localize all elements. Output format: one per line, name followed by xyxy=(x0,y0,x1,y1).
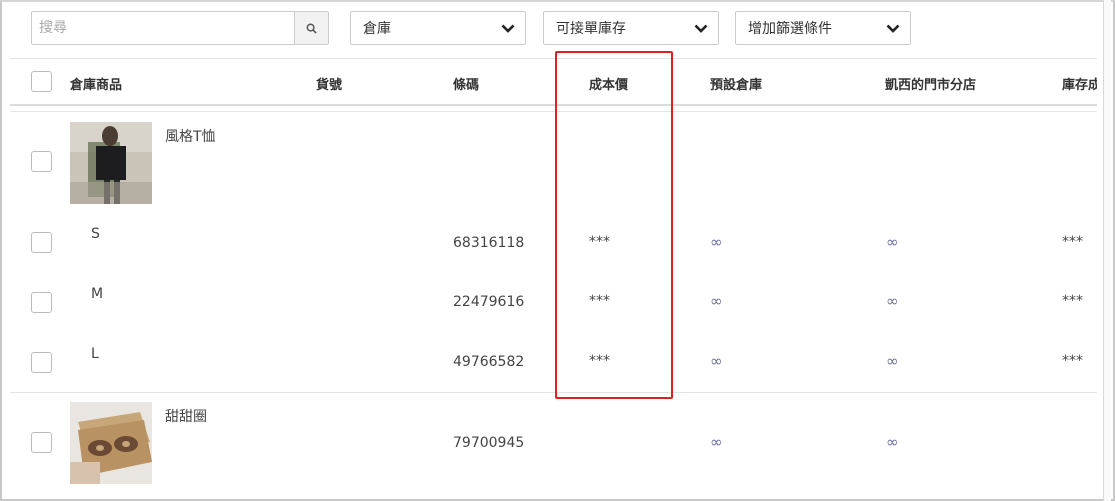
stock-dropdown-label: 可接單庫存 xyxy=(556,21,626,37)
infinity-icon: ∞ xyxy=(710,292,723,310)
chevron-down-icon xyxy=(501,24,515,33)
header-divider xyxy=(10,111,1097,112)
column-header-stock-cost[interactable]: 庫存成 xyxy=(1062,74,1097,93)
vertical-scrollbar[interactable] xyxy=(1103,0,1111,501)
variant-barcode: 68316118 xyxy=(453,235,525,251)
column-header-branch-store[interactable]: 凱西的門市分店 xyxy=(885,74,976,93)
infinity-icon: ∞ xyxy=(886,352,899,370)
table-area: 倉庫 可接單庫存 增加篩選條件 倉庫商品 貨號 條碼 成本價 預設倉庫 凱西的門… xyxy=(0,0,1097,501)
table-header: 倉庫商品 貨號 條碼 成本價 預設倉庫 凱西的門市分店 庫存成 xyxy=(10,58,1097,106)
variant-barcode: 49766582 xyxy=(453,354,525,370)
select-all-checkbox[interactable] xyxy=(31,71,52,92)
search-button[interactable] xyxy=(294,11,329,45)
variant-checkbox[interactable] xyxy=(31,292,52,313)
infinity-icon: ∞ xyxy=(710,233,723,251)
row-divider xyxy=(10,392,1097,393)
variant-stock-cost: *** xyxy=(1062,293,1083,309)
column-header-barcode[interactable]: 條碼 xyxy=(453,74,479,93)
search-icon xyxy=(306,23,317,34)
column-header-product[interactable]: 倉庫商品 xyxy=(70,74,122,93)
column-header-sku[interactable]: 貨號 xyxy=(316,74,342,93)
variant-barcode: 22479616 xyxy=(453,294,525,310)
warehouse-dropdown[interactable]: 倉庫 xyxy=(350,11,526,45)
variant-checkbox[interactable] xyxy=(31,352,52,373)
variant-stock-cost: *** xyxy=(1062,353,1083,369)
product-barcode: 79700945 xyxy=(453,435,525,451)
variant-label: L xyxy=(91,346,99,362)
product-name[interactable]: 風格T恤 xyxy=(165,126,216,146)
infinity-icon: ∞ xyxy=(710,352,723,370)
product-checkbox[interactable] xyxy=(31,151,52,172)
add-filter-dropdown[interactable]: 增加篩選條件 xyxy=(735,11,911,45)
infinity-icon: ∞ xyxy=(886,292,899,310)
infinity-icon: ∞ xyxy=(710,433,723,451)
stock-dropdown[interactable]: 可接單庫存 xyxy=(543,11,719,45)
product-thumbnail[interactable] xyxy=(70,402,152,484)
variant-checkbox[interactable] xyxy=(31,232,52,253)
product-thumbnail[interactable] xyxy=(70,122,152,204)
search-input[interactable] xyxy=(31,11,295,45)
warehouse-dropdown-label: 倉庫 xyxy=(363,21,391,37)
chevron-down-icon xyxy=(694,24,708,33)
variant-label: S xyxy=(91,226,100,242)
product-name[interactable]: 甜甜圈 xyxy=(165,406,207,426)
cost-column-highlight xyxy=(555,51,673,399)
chevron-down-icon xyxy=(886,24,900,33)
product-checkbox[interactable] xyxy=(31,432,52,453)
variant-label: M xyxy=(91,286,104,302)
infinity-icon: ∞ xyxy=(886,433,899,451)
infinity-icon: ∞ xyxy=(886,233,899,251)
add-filter-dropdown-label: 增加篩選條件 xyxy=(748,21,832,37)
variant-stock-cost: *** xyxy=(1062,234,1083,250)
column-header-default-warehouse[interactable]: 預設倉庫 xyxy=(710,74,762,93)
